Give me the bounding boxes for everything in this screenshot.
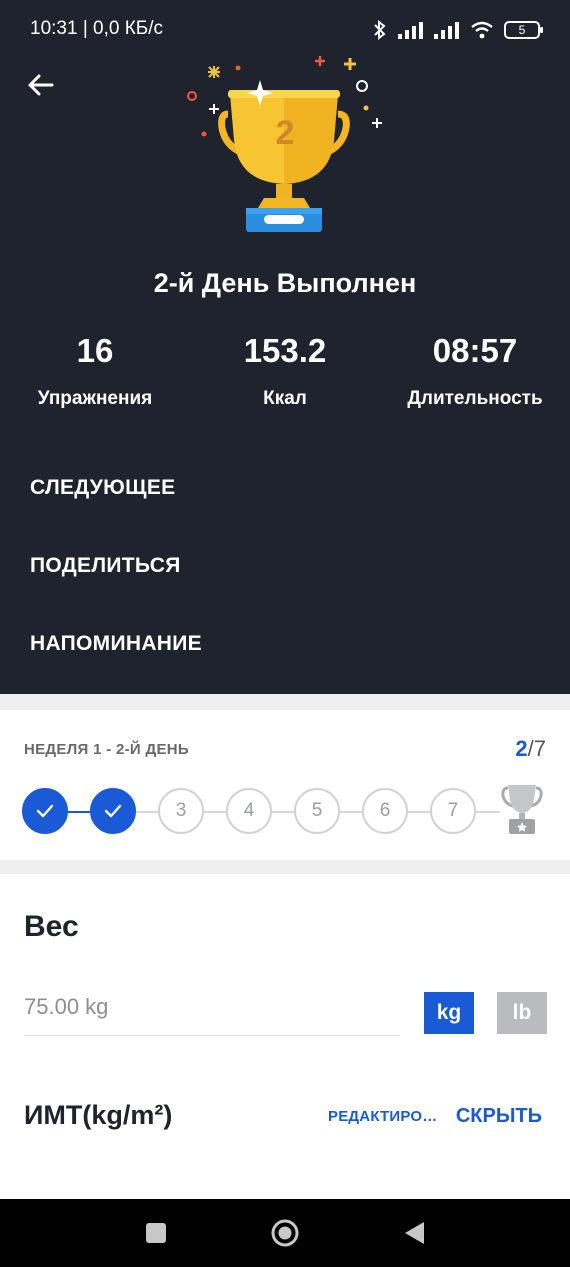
signal-icon [398,22,423,39]
section-divider [0,694,570,710]
day-3[interactable]: 3 [158,788,204,834]
status-icons: 5 [372,18,543,42]
day-5[interactable]: 5 [294,788,340,834]
check-icon [104,804,122,818]
back-arrow-icon[interactable] [24,68,58,102]
home-button[interactable] [267,1215,303,1251]
stat-kcal: 153.2 Ккал [190,332,380,410]
signal-icon [434,22,459,39]
stat-duration: 08:57 Длительность [380,332,570,410]
recent-apps-button[interactable] [138,1215,174,1251]
circle-icon [271,1219,299,1247]
completion-header: 10:31 | 0,0 КБ/с 5 2 2-й День Выполнен 1… [0,0,570,694]
weight-input[interactable]: 75.00 kg [24,994,400,1036]
week-current-day: 2 [515,736,528,761]
completion-title: 2-й День Выполнен [153,268,417,298]
stat-value: 16 [76,332,114,369]
bmi-hide-button[interactable]: СКРЫТЬ [456,1105,542,1128]
unit-lb-button[interactable]: lb [497,992,547,1034]
check-icon [36,804,54,818]
weight-card: Вес 75.00 kg kg lb ИМТ(kg/m²) РЕДАКТИРОВ… [0,874,570,1199]
week-trophy-icon [501,785,543,834]
system-nav-bar [0,1199,570,1267]
bmi-heading: ИМТ(kg/m²) [24,1100,173,1130]
wifi-icon [471,21,493,39]
reminder-button[interactable]: НАПОМИНАНИЕ [30,632,202,656]
day-1-done[interactable] [22,788,68,834]
section-divider [0,860,570,874]
share-button[interactable]: ПОДЕЛИТЬСЯ [30,554,181,578]
day-7[interactable]: 7 [430,788,476,834]
trophy-rank: 2 [275,114,295,152]
battery-level: 5 [518,23,526,37]
weight-heading: Вес [24,910,79,943]
week-progress-card: НЕДЕЛЯ 1 - 2-Й ДЕНЬ 2/7 3 4 5 6 7 [0,710,570,860]
status-time: 10:31 | 0,0 КБ/с [30,18,164,39]
week-counter: 2/7 [515,736,546,762]
day-4[interactable]: 4 [226,788,272,834]
status-bar: 10:31 | 0,0 КБ/с 5 [0,0,570,58]
next-button[interactable]: СЛЕДУЮЩЕЕ [30,476,175,500]
bluetooth-icon [374,20,386,40]
triangle-back-icon [405,1222,424,1244]
back-button[interactable] [396,1215,432,1251]
week-label: НЕДЕЛЯ 1 - 2-Й ДЕНЬ [24,741,189,758]
stat-value: 153.2 [243,332,327,369]
day-tracker: 3 4 5 6 7 [0,785,570,836]
week-total: /7 [527,736,546,761]
day-2-done[interactable] [90,788,136,834]
stat-label: Ккал [263,388,307,409]
battery-icon: 5 [504,21,543,39]
day-6[interactable]: 6 [362,788,408,834]
unit-kg-button[interactable]: kg [424,992,474,1034]
square-icon [146,1223,166,1243]
stat-exercises: 16 Упражнения [0,332,190,410]
stat-label: Упражнения [37,388,153,409]
stat-value: 08:57 [432,332,518,369]
bmi-edit-button[interactable]: РЕДАКТИРОВАТЬ [328,1108,442,1125]
stat-label: Длительность [407,388,543,409]
